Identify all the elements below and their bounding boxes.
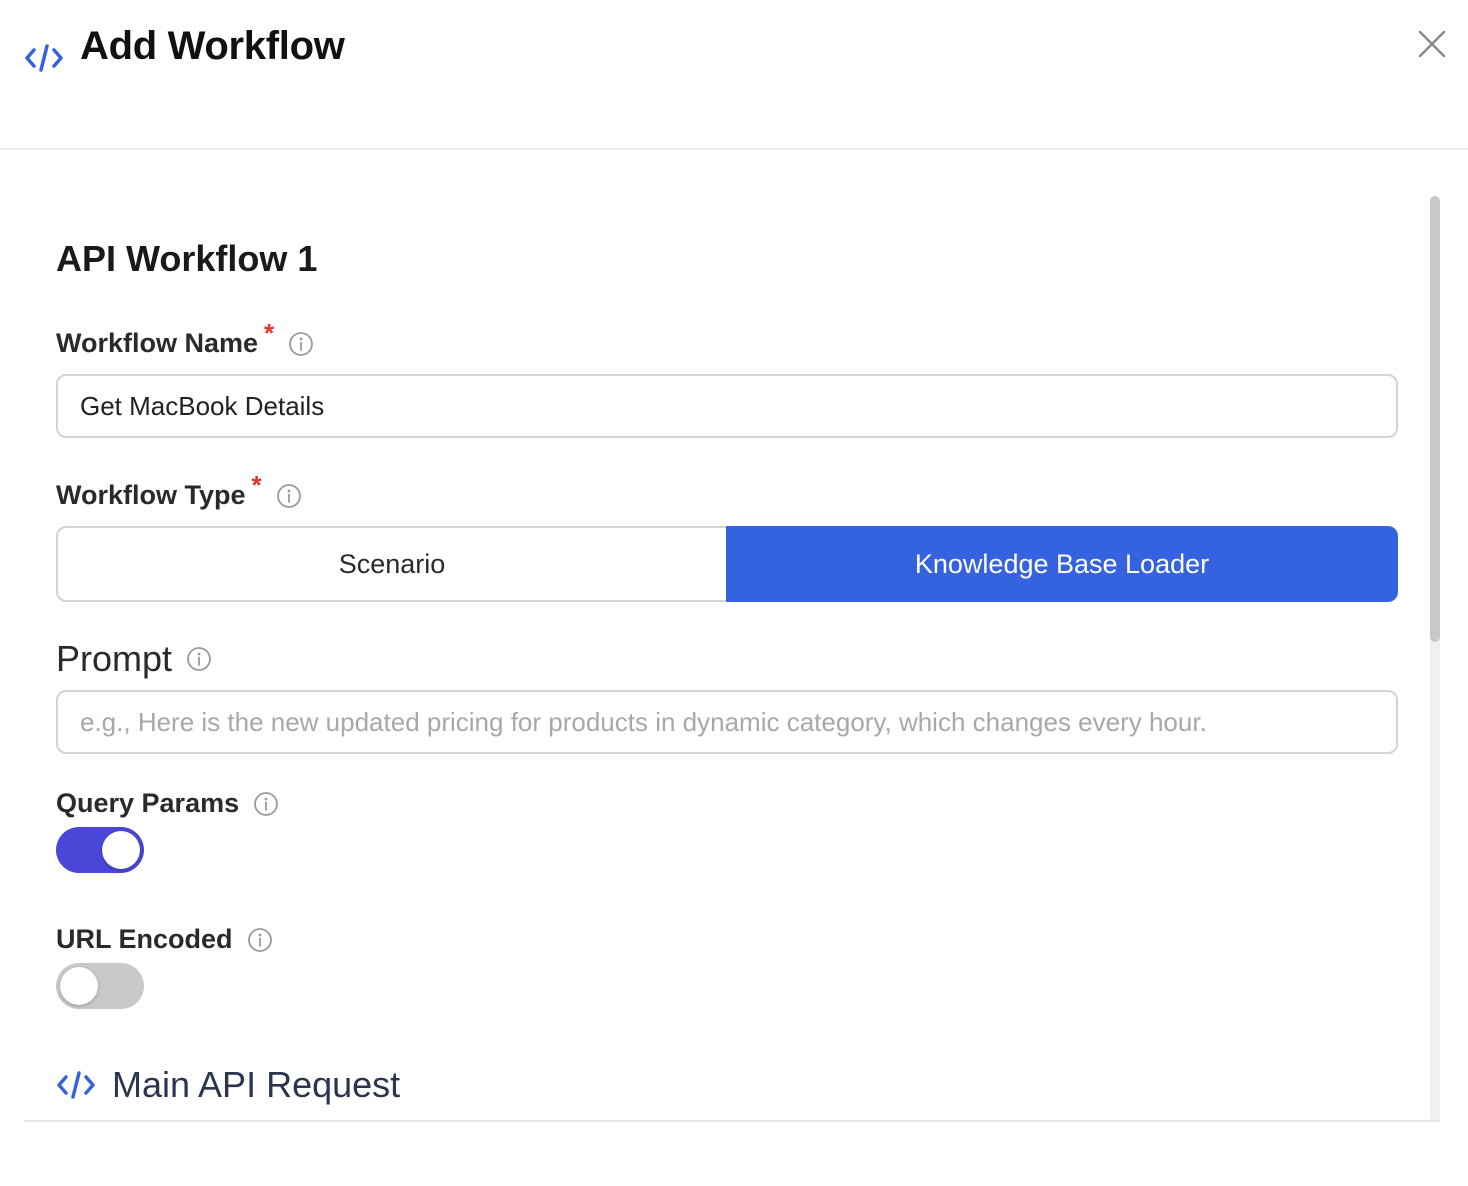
section-title: API Workflow 1 [56,238,318,279]
scrollbar[interactable] [1430,196,1440,1122]
main-api-request-header[interactable]: Main API Request [56,1064,400,1106]
query-params-label: Query Params [56,788,240,818]
close-icon[interactable] [1412,24,1452,64]
required-asterisk: * [264,318,275,348]
code-icon [25,44,63,72]
prompt-label-row: Prompt [56,638,212,680]
scrollbar-thumb[interactable] [1430,196,1440,642]
add-workflow-modal: Add Workflow API Workflow 1 Workflow Nam… [0,0,1468,1186]
workflow-type-option-knowledge-base-loader[interactable]: Knowledge Base Loader [726,526,1398,602]
prompt-input[interactable] [56,690,1398,754]
workflow-type-option-scenario[interactable]: Scenario [56,526,726,602]
modal-body: API Workflow 1 Workflow Name * Workflow … [0,152,1468,1122]
workflow-name-input[interactable] [56,374,1398,438]
info-icon[interactable] [276,483,302,509]
workflow-name-label-row: Workflow Name * [56,318,314,359]
footer-divider [24,1120,1440,1122]
info-icon[interactable] [288,331,314,357]
url-encoded-label-row: URL Encoded [56,924,273,955]
modal-header: Add Workflow [0,0,1468,150]
info-icon[interactable] [186,646,212,672]
url-encoded-toggle[interactable] [56,963,144,1009]
workflow-type-label: Workflow Type [56,480,246,510]
code-icon [57,1071,95,1099]
toggle-knob [102,831,140,869]
prompt-label: Prompt [56,638,173,679]
workflow-type-segmented-control: Scenario Knowledge Base Loader [56,526,1398,602]
info-icon[interactable] [253,791,279,817]
main-api-request-title: Main API Request [112,1064,401,1105]
modal-title: Add Workflow [80,24,345,68]
toggle-knob [60,967,98,1005]
workflow-type-label-row: Workflow Type * [56,470,302,511]
required-asterisk: * [251,470,262,500]
workflow-name-label: Workflow Name [56,328,259,358]
url-encoded-label: URL Encoded [56,924,233,954]
query-params-toggle[interactable] [56,827,144,873]
info-icon[interactable] [247,927,273,953]
query-params-label-row: Query Params [56,788,279,819]
